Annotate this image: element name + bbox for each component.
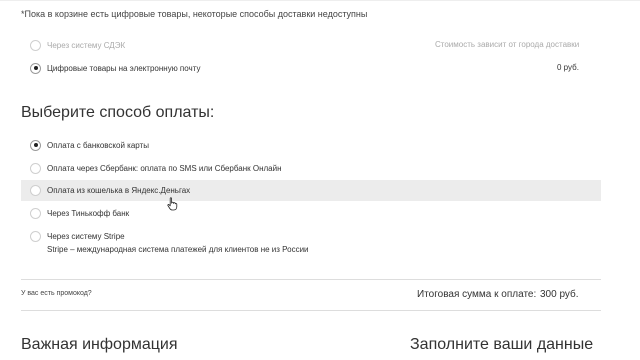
payment-option-sberbank[interactable]: Оплата через Сбербанк: оплата по SMS или… [21, 158, 282, 178]
radio-sberbank[interactable] [30, 162, 41, 174]
payment-option-stripe-description: Stripe – международная система платежей … [47, 245, 309, 254]
delivery-option-email-label: Цифровые товары на электронную почту [47, 63, 201, 73]
top-divider [0, 0, 640, 1]
radio-cdek[interactable] [30, 39, 41, 51]
delivery-option-cdek[interactable]: Через систему СДЭК [21, 35, 125, 55]
fill-data-heading: Заполните ваши данные [410, 336, 594, 353]
payment-option-tinkoff-label: Через Тинькофф банк [47, 208, 130, 218]
radio-tinkoff[interactable] [30, 207, 41, 219]
hand-cursor-icon [167, 197, 178, 211]
payment-option-yandex-label: Оплата из кошелька в Яндекс.Деньгах [47, 185, 191, 195]
radio-card[interactable] [30, 139, 41, 151]
payment-option-card-label: Оплата с банковской карты [47, 140, 149, 150]
payment-section-title: Выберите способ оплаты: [21, 104, 215, 121]
payment-option-yandex[interactable]: Оплата из кошелька в Яндекс.Деньгах [21, 180, 190, 200]
delivery-option-email-price: 0 руб. [557, 63, 579, 72]
radio-stripe[interactable] [30, 230, 41, 242]
digital-goods-notice: *Пока в корзине есть цифровые товары, не… [21, 9, 368, 19]
summary-top-divider [21, 279, 601, 280]
total-label: Итоговая сумма к оплате: [417, 289, 537, 300]
radio-email[interactable] [30, 62, 41, 74]
payment-option-stripe-label: Через систему Stripe [47, 231, 125, 241]
payment-option-card[interactable]: Оплата с банковской карты [21, 135, 149, 155]
delivery-option-email[interactable]: Цифровые товары на электронную почту [21, 58, 200, 78]
promo-code-link[interactable]: У вас есть промокод? [21, 290, 92, 297]
important-info-heading: Важная информация [21, 336, 178, 353]
delivery-option-cdek-label: Через систему СДЭК [47, 40, 126, 50]
delivery-option-cdek-price: Стоимость зависит от города доставки [435, 40, 580, 49]
payment-option-stripe[interactable]: Через систему Stripe [21, 226, 125, 246]
payment-option-sberbank-label: Оплата через Сбербанк: оплата по SMS или… [47, 163, 282, 173]
total-value: 300 руб. [540, 289, 579, 300]
radio-yandex[interactable] [30, 184, 41, 196]
summary-bottom-divider [21, 310, 601, 311]
payment-option-tinkoff[interactable]: Через Тинькофф банк [21, 203, 129, 223]
